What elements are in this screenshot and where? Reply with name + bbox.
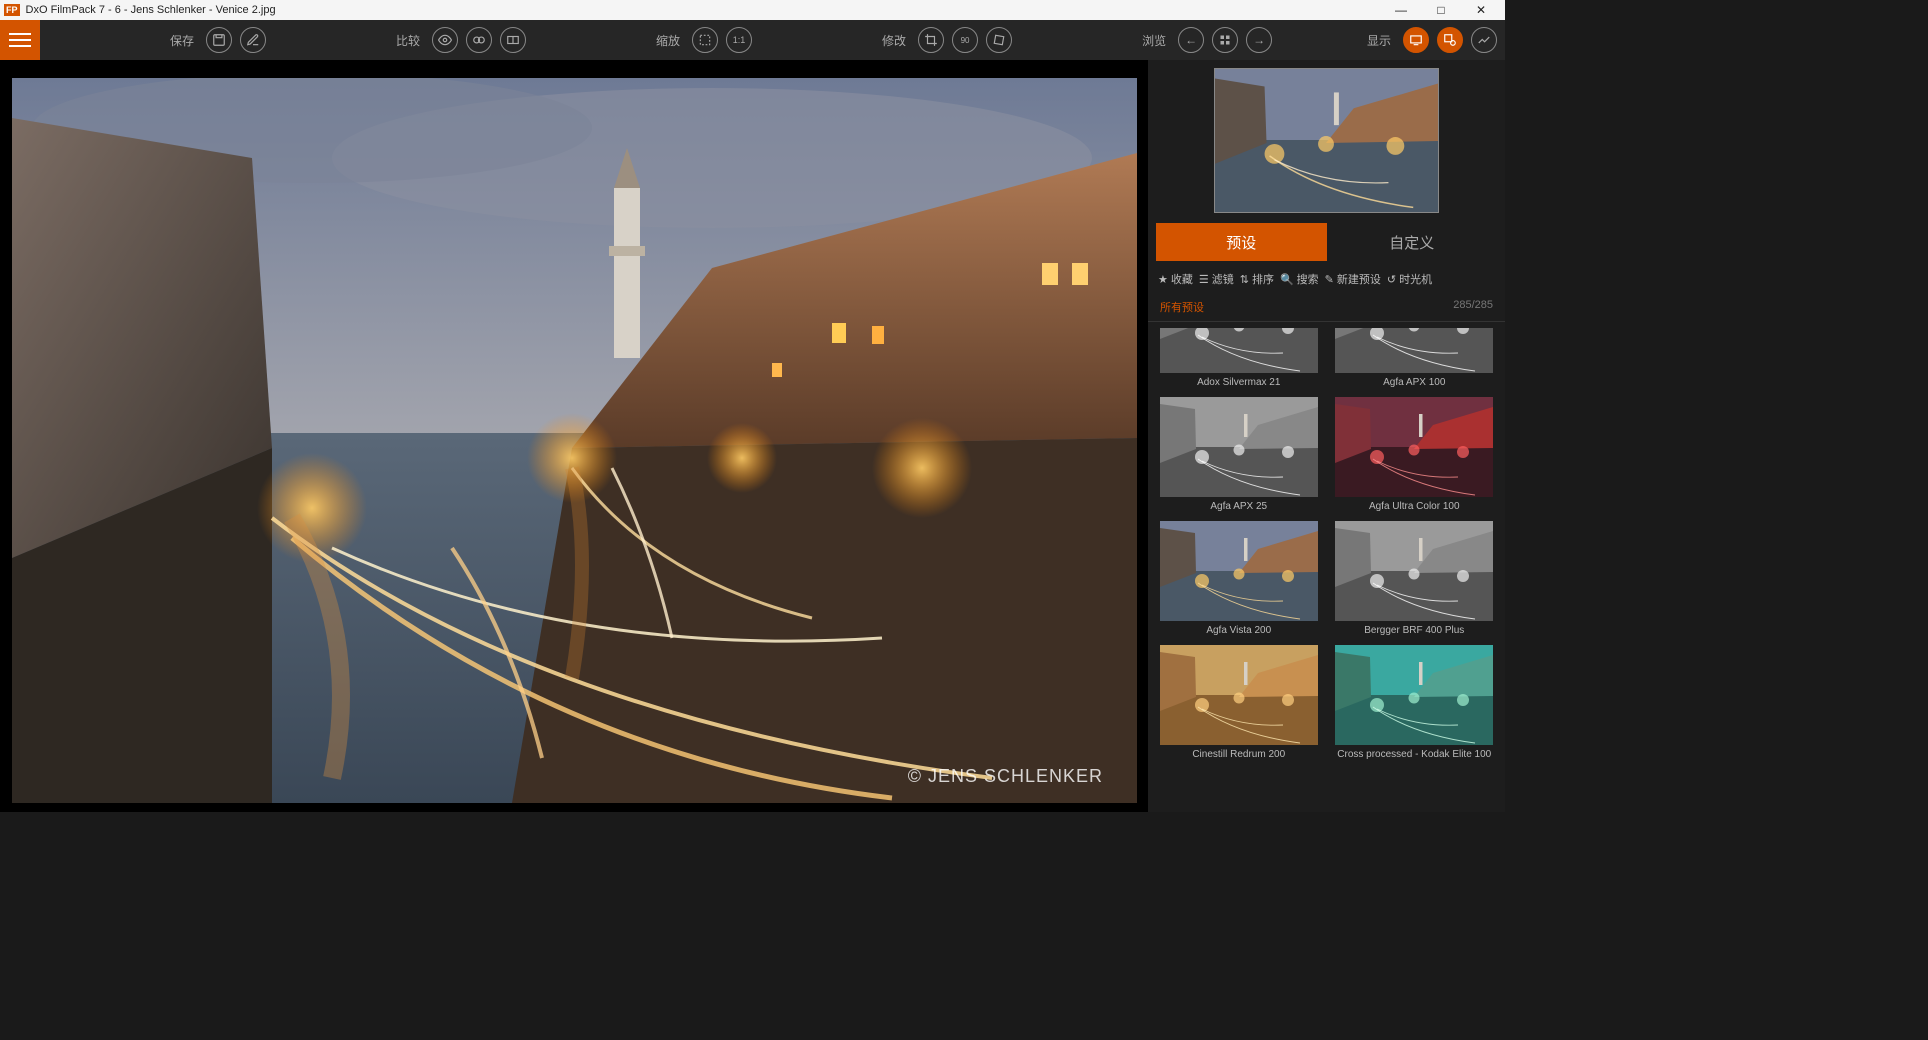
filter-new-preset[interactable]: ✎新建预设 [1325, 271, 1381, 287]
preset-item[interactable]: Agfa APX 25 [1158, 397, 1320, 513]
browse-next-icon[interactable]: → [1246, 27, 1272, 53]
preset-label: Cinestill Redrum 200 [1192, 749, 1285, 761]
preset-item[interactable]: Agfa Vista 200 [1158, 521, 1320, 637]
save-as-icon[interactable] [240, 27, 266, 53]
zoom-label: 缩放 [656, 32, 680, 49]
preset-label: Cross processed - Kodak Elite 100 [1337, 749, 1491, 761]
preset-label: Agfa Vista 200 [1206, 625, 1271, 637]
compare-side-icon[interactable] [500, 27, 526, 53]
window-titlebar: FP DxO FilmPack 7 - 6 - Jens Schlenker -… [0, 0, 1505, 20]
preset-section-header[interactable]: 所有预设 285/285 [1148, 295, 1505, 322]
filter-favorites[interactable]: ★收藏 [1158, 271, 1193, 287]
preset-item[interactable]: Cross processed - Kodak Elite 100 [1334, 645, 1496, 761]
modify-label: 修改 [882, 32, 906, 49]
crop-icon[interactable] [918, 27, 944, 53]
list-icon: ☰ [1199, 273, 1209, 286]
preset-label: Agfa APX 25 [1210, 501, 1267, 513]
preset-filters: ★收藏 ☰滤镜 ⇅排序 🔍搜索 ✎新建预设 ↺时光机 [1148, 261, 1505, 295]
zoom-fit-icon[interactable] [692, 27, 718, 53]
window-minimize-button[interactable]: — [1381, 3, 1421, 17]
compare-label: 比较 [396, 32, 420, 49]
menu-button[interactable] [0, 20, 40, 60]
preset-thumb [1160, 521, 1318, 621]
main-toolbar: 保存 比较 缩放 1:1 修改 90 浏览 ← → 显示 [0, 20, 1505, 60]
window-title: DxO FilmPack 7 - 6 - Jens Schlenker - Ve… [26, 4, 276, 16]
preset-thumb [1335, 397, 1493, 497]
display-presets-icon[interactable] [1437, 27, 1463, 53]
window-maximize-button[interactable]: □ [1421, 3, 1461, 17]
sort-icon: ⇅ [1240, 273, 1249, 286]
compare-split-icon[interactable] [466, 27, 492, 53]
tab-custom[interactable]: 自定义 [1327, 223, 1498, 261]
preset-thumb [1160, 328, 1318, 373]
main-photo [12, 78, 1137, 803]
star-icon: ★ [1158, 273, 1168, 286]
preset-thumb [1335, 521, 1493, 621]
window-close-button[interactable]: ✕ [1461, 3, 1501, 17]
watermark-text: © JENS SCHLENKER [908, 766, 1103, 787]
panel-tabs: 预设 自定义 [1156, 223, 1497, 261]
browse-prev-icon[interactable]: ← [1178, 27, 1204, 53]
straighten-icon[interactable] [986, 27, 1012, 53]
clock-icon: ↺ [1387, 273, 1396, 286]
preset-thumb [1160, 397, 1318, 497]
navigator-preview[interactable] [1214, 68, 1439, 213]
section-title: 所有预设 [1160, 299, 1204, 315]
zoom-11-button[interactable]: 1:1 [726, 27, 752, 53]
presets-grid[interactable]: Adox Silvermax 21 Agfa APX 100 Agfa APX … [1148, 322, 1505, 812]
new-icon: ✎ [1325, 273, 1334, 286]
preset-item[interactable]: Agfa Ultra Color 100 [1334, 397, 1496, 513]
compare-eye-icon[interactable] [432, 27, 458, 53]
save-label: 保存 [170, 32, 194, 49]
filter-filter[interactable]: ☰滤镜 [1199, 271, 1234, 287]
side-panel: 预设 自定义 ★收藏 ☰滤镜 ⇅排序 🔍搜索 ✎新建预设 ↺时光机 所有预设 2… [1148, 60, 1505, 812]
preset-label: Bergger BRF 400 Plus [1364, 625, 1464, 637]
preset-thumb [1160, 645, 1318, 745]
rotate-icon[interactable]: 90 [952, 27, 978, 53]
image-viewer[interactable]: © JENS SCHLENKER [0, 60, 1148, 812]
preset-item[interactable]: Agfa APX 100 [1334, 328, 1496, 389]
browse-grid-icon[interactable] [1212, 27, 1238, 53]
preset-item[interactable]: Bergger BRF 400 Plus [1334, 521, 1496, 637]
preset-label: Adox Silvermax 21 [1197, 377, 1280, 389]
filter-sort[interactable]: ⇅排序 [1240, 271, 1274, 287]
preset-label: Agfa Ultra Color 100 [1369, 501, 1460, 513]
preset-item[interactable]: Adox Silvermax 21 [1158, 328, 1320, 389]
filter-search[interactable]: 🔍搜索 [1280, 271, 1319, 287]
display-single-icon[interactable] [1403, 27, 1429, 53]
save-icon[interactable] [206, 27, 232, 53]
preset-label: Agfa APX 100 [1383, 377, 1445, 389]
display-histogram-icon[interactable] [1471, 27, 1497, 53]
section-count: 285/285 [1453, 299, 1493, 315]
preset-item[interactable]: Cinestill Redrum 200 [1158, 645, 1320, 761]
tab-preset[interactable]: 预设 [1156, 223, 1327, 261]
main-area: © JENS SCHLENKER 预设 自定义 ★收藏 ☰滤镜 ⇅排序 [0, 60, 1505, 812]
display-label: 显示 [1367, 32, 1391, 49]
preset-thumb [1335, 645, 1493, 745]
app-badge-icon: FP [4, 4, 20, 16]
preset-thumb [1335, 328, 1493, 373]
search-icon: 🔍 [1280, 273, 1294, 286]
filter-time-machine[interactable]: ↺时光机 [1387, 271, 1432, 287]
browse-label: 浏览 [1142, 32, 1166, 49]
